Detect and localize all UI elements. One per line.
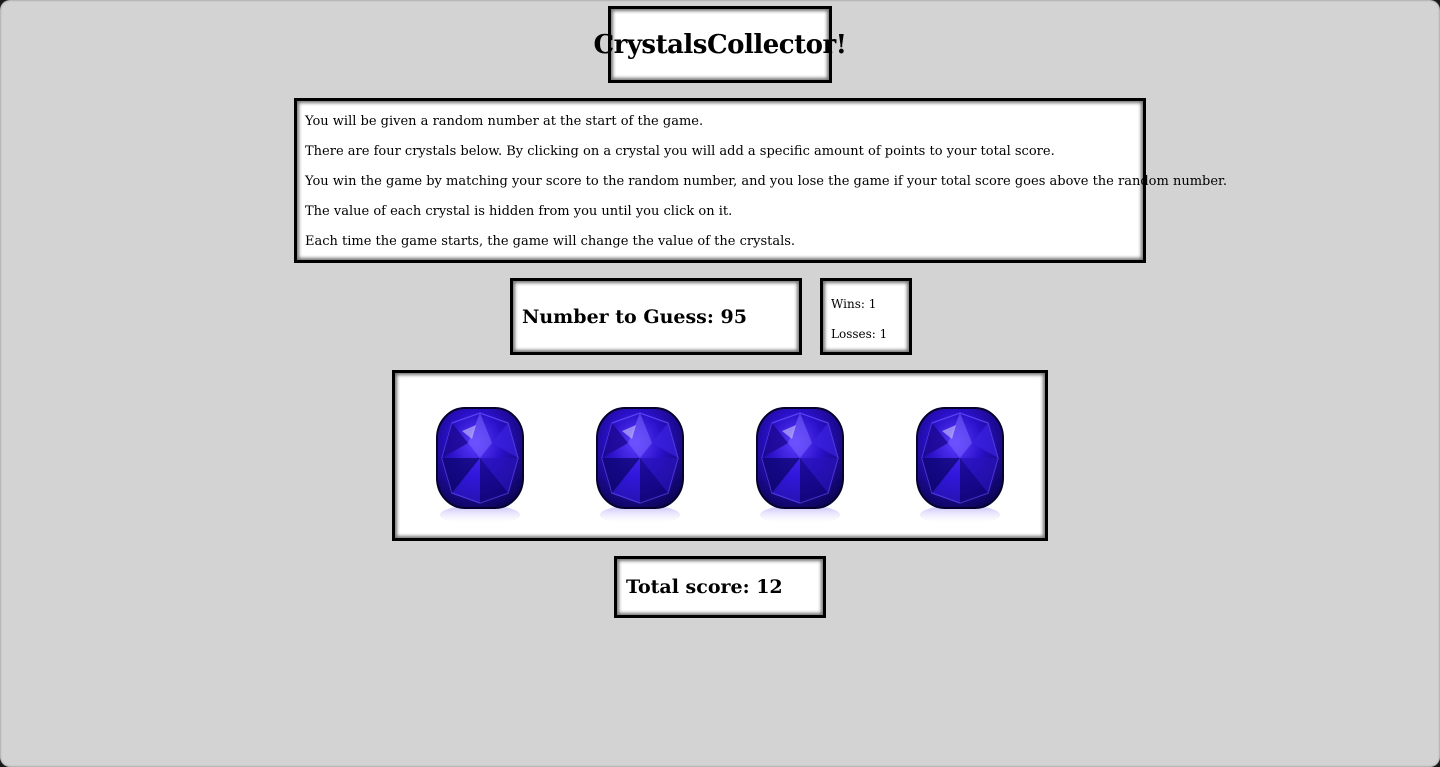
title-panel: CrystalsCollector!	[593, 6, 847, 83]
instruction-line: There are four crystals below. By clicki…	[305, 144, 1055, 159]
wins-count: Wins: 1	[831, 297, 877, 311]
losses-count: Losses: 1	[831, 327, 888, 341]
instructions-panel: You will be given a random number at the…	[294, 98, 1227, 263]
crystal-button-2[interactable]	[592, 403, 688, 528]
instruction-line: You win the game by matching your score …	[305, 174, 1227, 189]
target-number: Number to Guess: 95	[522, 305, 747, 328]
instruction-line: You will be given a random number at the…	[305, 114, 704, 129]
sapphire-gem-icon	[756, 407, 844, 525]
instruction-line: The value of each crystal is hidden from…	[305, 204, 733, 219]
page-title: CrystalsCollector!	[593, 29, 847, 60]
crystal-button-1[interactable]	[432, 403, 528, 528]
total-score-panel: Total score: 12	[614, 556, 826, 618]
sapphire-gem-icon	[436, 407, 524, 525]
target-number-panel: Number to Guess: 95	[510, 278, 802, 355]
total-score: Total score: 12	[626, 576, 783, 598]
game-page: CrystalsCollector! You will be given a r…	[0, 0, 1440, 767]
instruction-line: Each time the game starts, the game will…	[305, 234, 796, 249]
sapphire-gem-icon	[916, 407, 1004, 525]
crystal-button-3[interactable]	[752, 403, 848, 528]
sapphire-gem-icon	[596, 407, 684, 525]
crystal-button-4[interactable]	[912, 403, 1008, 528]
stats-panel: Wins: 1 Losses: 1	[820, 278, 912, 355]
crystals-panel	[392, 370, 1048, 541]
